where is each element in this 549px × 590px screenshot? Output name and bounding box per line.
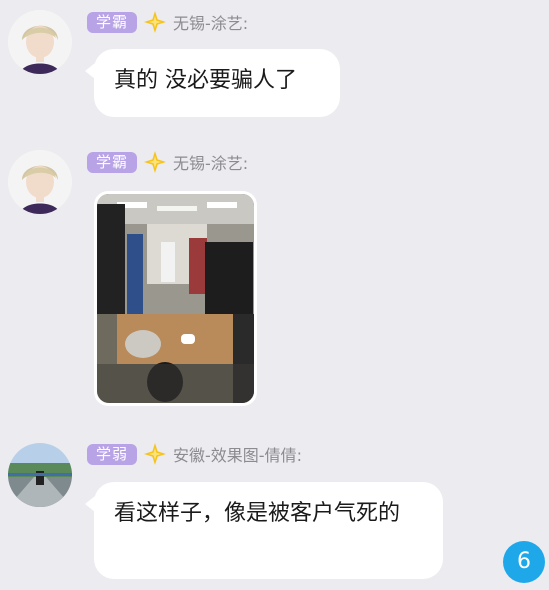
avatar[interactable]	[8, 150, 72, 214]
message-header: 学霸 无锡-涂艺:	[87, 149, 248, 175]
message-text: 真的 没必要骗人了	[114, 68, 297, 93]
avatar[interactable]	[8, 443, 72, 507]
rank-star-icon	[144, 151, 167, 173]
image-message[interactable]	[94, 191, 257, 406]
sender-name[interactable]: 安徽-效果图-倩倩:	[173, 442, 302, 466]
rank-badge: 学霸	[87, 151, 138, 173]
photo-thumbnail	[97, 194, 254, 403]
sender-name[interactable]: 无锡-涂艺:	[173, 150, 248, 174]
avatar[interactable]	[8, 10, 72, 74]
message-header: 学弱 安徽-效果图-倩倩:	[87, 441, 302, 467]
message-bubble[interactable]: 真的 没必要骗人了	[85, 49, 340, 117]
unread-count-badge[interactable]: 6	[503, 541, 545, 583]
rank-star-icon	[144, 11, 167, 33]
rank-badge: 学霸	[87, 11, 138, 33]
rank-badge: 学弱	[87, 443, 138, 465]
message-text: 看这样子，像是被客户气死的	[114, 501, 401, 526]
message-header: 学霸 无锡-涂艺:	[87, 9, 248, 35]
sender-name[interactable]: 无锡-涂艺:	[173, 10, 248, 34]
rank-star-icon	[144, 443, 167, 465]
message-bubble[interactable]: 看这样子，像是被客户气死的	[85, 482, 443, 579]
